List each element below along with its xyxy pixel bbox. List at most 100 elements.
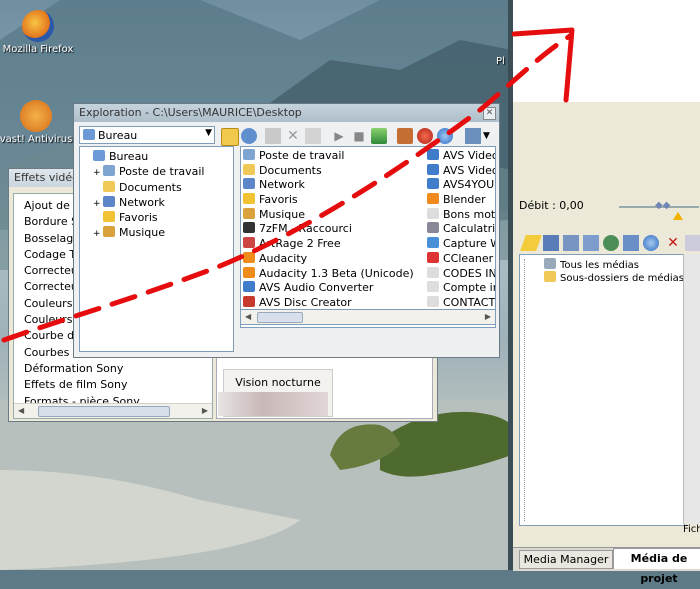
- properties-icon[interactable]: [397, 128, 413, 144]
- ccleaner-icon: [427, 251, 439, 263]
- expander-icon[interactable]: +: [93, 197, 103, 210]
- file-item-label: AVS Video t: [443, 163, 495, 177]
- desktop-icon-firefox[interactable]: Mozilla Firefox: [0, 10, 76, 55]
- stop-icon[interactable]: ■: [351, 128, 367, 144]
- slider-handle-icon[interactable]: ◆◆: [655, 200, 677, 212]
- refresh-media-icon[interactable]: [623, 235, 639, 251]
- desktop-icon-avast[interactable]: vast! Antivirus: [0, 100, 74, 145]
- tab-media-manager[interactable]: Media Manager: [519, 550, 613, 569]
- effect-item[interactable]: Déformation Sony: [24, 361, 212, 377]
- effect-item-label: Ajout de b: [24, 199, 81, 212]
- media-tabs: Media Manager Média de projet: [513, 547, 700, 585]
- effects-list-scrollbar[interactable]: ◀ ▶: [14, 403, 212, 418]
- expander-icon[interactable]: +: [93, 227, 103, 240]
- audacity-icon: [243, 266, 255, 278]
- file-item[interactable]: Calculatrice: [427, 222, 495, 237]
- refresh-icon[interactable]: [241, 128, 257, 144]
- file-item-label: Favoris: [259, 193, 298, 207]
- tree-item-label: Bureau: [109, 150, 149, 163]
- window-divider: [508, 0, 513, 570]
- file-item[interactable]: Network: [243, 178, 427, 193]
- lightning-icon[interactable]: [520, 235, 542, 251]
- file-item[interactable]: Audacity 1.3 Beta (Unicode): [243, 266, 427, 282]
- avs-icon: [427, 178, 439, 190]
- media-tree-item[interactable]: Sous-dossiers de médias: [544, 271, 684, 284]
- file-item[interactable]: AVS Video C: [427, 149, 495, 164]
- preview-label: Vision nocturne: [235, 376, 321, 389]
- video-editor-panel: Débit : 0,00 ◆◆ ✕ Tous les médias Sous-do…: [512, 0, 700, 585]
- location-value: Bureau: [98, 129, 138, 142]
- tools-icon[interactable]: [371, 128, 387, 144]
- file-item-label: CCleaner: [443, 251, 494, 265]
- file-item[interactable]: Musique: [243, 207, 427, 223]
- folder-tree[interactable]: Bureau + Poste de travail Documents + Network…: [79, 146, 234, 352]
- delete-icon[interactable]: ✕: [665, 235, 681, 251]
- file-item-label: 7zFM - Raccourci: [259, 222, 352, 236]
- desktop-icon: [83, 129, 95, 140]
- file-item-label: Blender: [443, 193, 486, 207]
- view-dropdown-icon[interactable]: ▼: [483, 128, 499, 144]
- delete-icon[interactable]: ✕: [285, 128, 301, 144]
- file-item[interactable]: Blender: [427, 193, 495, 208]
- google-icon[interactable]: [417, 128, 433, 144]
- file-item[interactable]: Documents: [243, 163, 427, 179]
- file-item[interactable]: Audacity: [243, 251, 427, 267]
- file-list-scrollbar[interactable]: ◀ ▶: [240, 309, 496, 325]
- file-item[interactable]: AVS4YOU S: [427, 178, 495, 193]
- avs-icon: [427, 163, 439, 175]
- avs-icon: [243, 281, 255, 293]
- capture-icon[interactable]: [543, 235, 559, 251]
- view-icon[interactable]: [465, 128, 481, 144]
- web-icon[interactable]: [603, 235, 619, 251]
- explorer-close-button[interactable]: ✕: [483, 107, 496, 120]
- file-item[interactable]: AVS Audio Converter: [243, 281, 427, 296]
- export-icon[interactable]: [583, 235, 599, 251]
- media-toolbar: ✕: [515, 232, 700, 252]
- folder-up-icon[interactable]: [221, 128, 239, 146]
- file-item[interactable]: Favoris: [243, 193, 427, 208]
- file-item[interactable]: Capture Wiz: [427, 237, 495, 252]
- search-icon[interactable]: [437, 128, 453, 144]
- properties-icon[interactable]: [685, 235, 700, 251]
- media-tree[interactable]: Tous les médias Sous-dossiers de médias: [519, 254, 685, 526]
- expander-icon[interactable]: +: [93, 166, 103, 179]
- computer-icon: [103, 165, 115, 177]
- file-item-label: Documents: [259, 163, 322, 177]
- artrage-icon: [243, 237, 255, 249]
- import-icon[interactable]: [563, 235, 579, 251]
- avs-icon: [427, 149, 439, 160]
- location-dropdown[interactable]: Bureau ▼: [79, 126, 215, 144]
- file-item[interactable]: CCleaner: [427, 251, 495, 267]
- file-item-label: Compte inc: [443, 281, 495, 295]
- file-item[interactable]: Bons mots: [427, 207, 495, 223]
- file-item[interactable]: CODES INT: [427, 266, 495, 282]
- audacity-icon: [243, 251, 255, 263]
- effect-item[interactable]: Effets de film Sony: [24, 377, 212, 393]
- music-folder-icon: [103, 226, 115, 238]
- tree-item[interactable]: Bureau: [83, 149, 233, 164]
- network-icon: [243, 178, 255, 190]
- file-item-label: Capture Wiz: [443, 237, 495, 251]
- media-tree-item-label: Tous les médias: [560, 260, 639, 271]
- file-item[interactable]: Poste de travail: [243, 149, 427, 164]
- tree-item[interactable]: Favoris: [83, 210, 233, 225]
- file-item[interactable]: Compte inc: [427, 281, 495, 296]
- media-tree-item[interactable]: Tous les médias: [544, 258, 684, 271]
- file-info-label: Fich: [683, 524, 700, 535]
- file-item-label: AVS Disc Creator: [259, 295, 352, 309]
- media-tree-scrollbar[interactable]: [683, 254, 700, 524]
- effect-item-label: Bosselage: [24, 231, 81, 245]
- play-icon[interactable]: ▶: [331, 128, 347, 144]
- tree-item[interactable]: Documents: [83, 180, 233, 195]
- file-item[interactable]: AVS Video t: [427, 163, 495, 179]
- cut-icon[interactable]: [265, 128, 281, 144]
- tab-project-media[interactable]: Média de projet: [613, 548, 700, 585]
- file-item[interactable]: ArtRage 2 Free: [243, 237, 427, 252]
- tree-item[interactable]: + Poste de travail: [83, 164, 233, 179]
- search-icon[interactable]: [643, 235, 659, 251]
- tree-item[interactable]: + Musique: [83, 225, 233, 240]
- tree-item[interactable]: + Network: [83, 195, 233, 210]
- file-list[interactable]: Poste de travail Documents Network Favoris M…: [240, 146, 496, 328]
- new-folder-icon[interactable]: [305, 128, 321, 144]
- file-item[interactable]: 7zFM - Raccourci: [243, 222, 427, 237]
